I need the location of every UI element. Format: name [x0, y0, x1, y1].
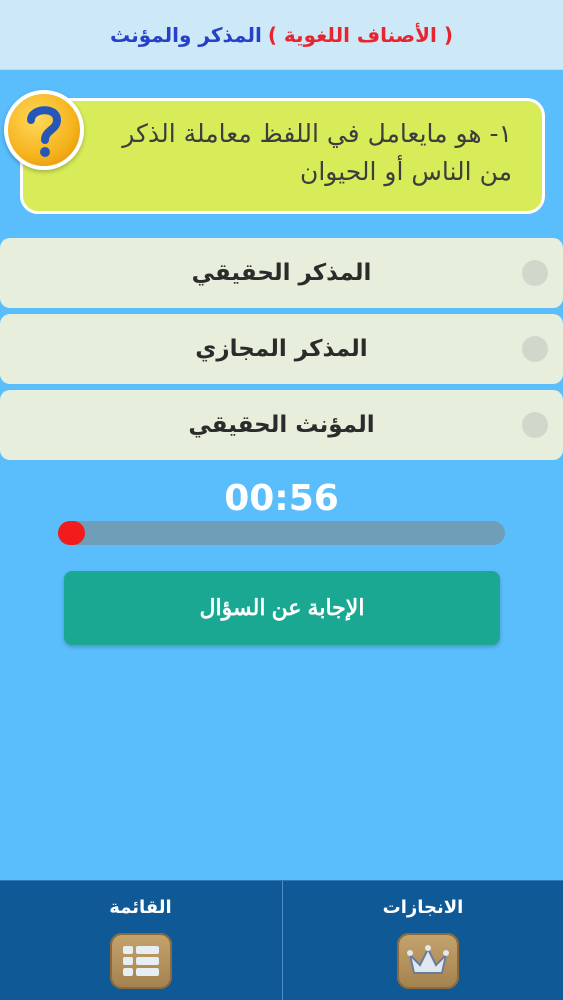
menu-list-icon	[110, 933, 172, 989]
nav-tab-achievements[interactable]: الانجازات	[282, 881, 563, 1000]
header-bar: ( الأصناف اللغوية ) المذكر والمؤنث	[0, 0, 563, 70]
crown-icon	[397, 933, 459, 989]
answer-option-1[interactable]: المذكر الحقيقي	[0, 238, 563, 308]
answer-option-2[interactable]: المذكر المجازي	[0, 314, 563, 384]
question-mark-icon	[4, 90, 84, 170]
timer-progress-bar	[58, 521, 505, 545]
submit-answer-button[interactable]: الإجابة عن السؤال	[64, 571, 500, 645]
nav-tab-achievements-label: الانجازات	[382, 897, 464, 918]
option-label: المذكر المجازي	[195, 336, 368, 362]
option-label: المؤنث الحقيقي	[188, 412, 375, 438]
timer-progress-fill	[58, 521, 85, 545]
question-card: ١- هو مايعامل في اللفظ معاملة الذكر من ا…	[20, 98, 545, 214]
nav-tab-menu-label: القائمة	[109, 897, 172, 918]
bottom-navigation: القائمة الانجازات	[0, 880, 563, 1000]
answer-option-3[interactable]: المؤنث الحقيقي	[0, 390, 563, 460]
lesson-title: المذكر والمؤنث	[110, 22, 262, 47]
question-text: ١- هو مايعامل في اللفظ معاملة الذكر من ا…	[122, 119, 512, 186]
option-label: المذكر الحقيقي	[191, 260, 372, 286]
countdown-timer: 00:56	[224, 478, 339, 519]
radio-button[interactable]	[522, 336, 548, 362]
radio-button[interactable]	[522, 260, 548, 286]
nav-tab-menu[interactable]: القائمة	[0, 881, 281, 1000]
radio-button[interactable]	[522, 412, 548, 438]
category-title: ( الأصناف اللغوية )	[267, 22, 453, 47]
